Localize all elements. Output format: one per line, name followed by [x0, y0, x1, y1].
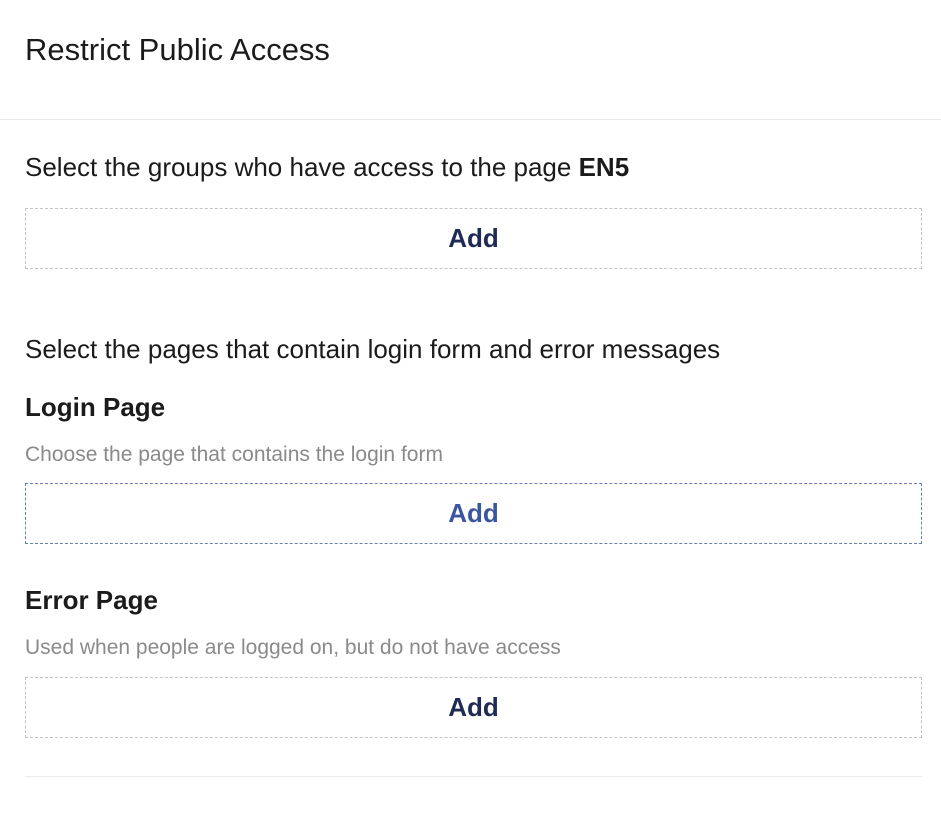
error-page-description: Used when people are logged on, but do n…: [25, 636, 561, 659]
groups-intro: Select the groups who have access to the…: [25, 151, 629, 183]
page-title: Restrict Public Access: [25, 32, 330, 67]
footer-divider: [25, 776, 922, 777]
add-login-page-button[interactable]: Add: [25, 483, 922, 544]
add-login-page-label: Add: [448, 498, 499, 528]
add-error-page-label: Add: [448, 692, 499, 722]
page-name: EN5: [578, 152, 630, 182]
groups-intro-text: Select the groups who have access to the…: [25, 152, 579, 182]
pages-intro: Select the pages that contain login form…: [25, 334, 721, 364]
dialog-header: Restrict Public Access: [0, 0, 941, 120]
add-group-button[interactable]: Add: [25, 208, 922, 269]
add-group-label: Add: [448, 223, 499, 253]
login-page-description: Choose the page that contains the login …: [25, 443, 443, 466]
error-page-label: Error Page: [25, 585, 158, 615]
login-page-label: Login Page: [25, 392, 166, 422]
add-error-page-button[interactable]: Add: [25, 677, 922, 738]
